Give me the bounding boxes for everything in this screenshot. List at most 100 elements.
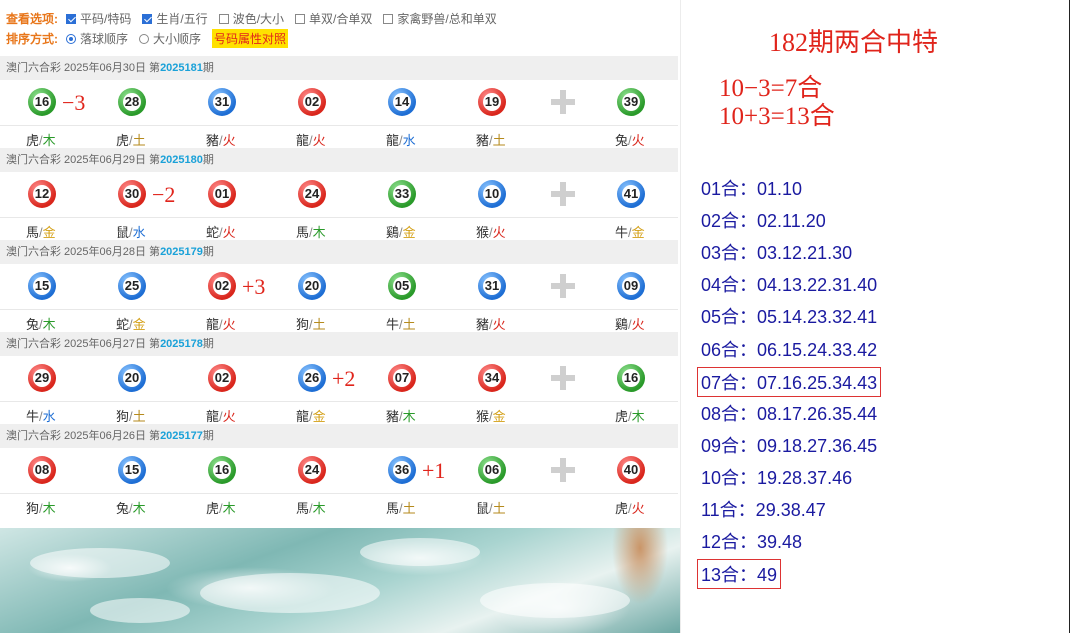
five-element: 土 <box>132 409 146 424</box>
ball-number: 02 <box>214 370 230 385</box>
draw-header: 澳门六合彩 2025年06月30日 第2025181期 <box>0 56 678 80</box>
view-option-4[interactable]: 家禽野兽/总和单双 <box>383 10 497 27</box>
zodiac-element: 豬/火 <box>476 314 506 333</box>
five-element: 木 <box>42 501 56 516</box>
draw-header: 澳门六合彩 2025年06月26日 第2025177期 <box>0 424 678 448</box>
zodiac-element: 兔/火 <box>615 130 645 149</box>
plus-icon <box>551 90 575 114</box>
zodiac: 狗 <box>116 409 130 424</box>
draw-date: 澳门六合彩 2025年06月28日 第 <box>6 246 161 258</box>
he-group-item: 05合：05.14.23.32.41 <box>701 307 878 328</box>
special-ball: 40 <box>617 456 645 484</box>
ball-number: 16 <box>214 462 230 477</box>
ball-number: 19 <box>484 94 500 109</box>
number-ball: 28 <box>118 88 146 116</box>
zodiac-element: 豬/木 <box>386 406 416 425</box>
view-option-0[interactable]: 平码/特码 <box>66 10 131 27</box>
ball-number: 20 <box>124 370 140 385</box>
zodiac-element: 虎/木 <box>26 130 56 149</box>
special-ball: 09 <box>617 272 645 300</box>
ball-number: 05 <box>394 278 410 293</box>
ocean-photo <box>0 528 684 633</box>
sort-options-label: 排序方式: <box>6 32 58 46</box>
zodiac: 豬 <box>476 317 490 332</box>
number-ball: 16 <box>28 88 56 116</box>
ball-number: 28 <box>124 94 140 109</box>
zodiac-element: 虎/土 <box>116 130 146 149</box>
five-element: 金 <box>312 409 326 424</box>
number-ball: 05 <box>388 272 416 300</box>
five-element: 火 <box>631 501 645 516</box>
number-ball: 15 <box>28 272 56 300</box>
ball-number: 39 <box>623 94 639 109</box>
analysis-panel: 182期两合中特 10−3=7合 10+3=13合 01合：01.10 02合：0… <box>680 0 1070 633</box>
ball-number: 20 <box>304 278 320 293</box>
view-option-2[interactable]: 波色/大小 <box>218 10 284 27</box>
ball-number: 31 <box>214 94 230 109</box>
five-element: 土 <box>492 501 506 516</box>
view-option-3[interactable]: 单双/合单双 <box>295 10 372 27</box>
zodiac-element: 龍/火 <box>206 406 236 425</box>
number-ball: 24 <box>298 180 326 208</box>
zodiac: 兔 <box>116 501 130 516</box>
ball-number: 02 <box>214 278 230 293</box>
view-option-label: 生肖/五行 <box>156 12 208 26</box>
he-group-item: 01合：01.10 <box>701 179 803 199</box>
number-ball: 02 <box>208 272 236 300</box>
checkbox-icon[interactable] <box>218 13 229 24</box>
radio-icon[interactable] <box>66 33 76 44</box>
zodiac-element: 鼠/水 <box>116 222 146 241</box>
five-element: 土 <box>132 133 146 148</box>
zodiac: 馬 <box>26 225 40 240</box>
view-option-1[interactable]: 生肖/五行 <box>142 10 208 27</box>
sort-option-1[interactable]: 大小顺序 <box>139 30 201 47</box>
row-divider <box>0 493 678 494</box>
draw-period: 2025178 <box>160 338 203 350</box>
ball-number: 16 <box>34 94 50 109</box>
five-element: 木 <box>132 501 146 516</box>
plus-icon <box>551 366 575 390</box>
checkbox-icon[interactable] <box>295 13 306 24</box>
five-element: 土 <box>402 317 416 332</box>
plus-icon <box>551 458 575 482</box>
zodiac: 牛 <box>615 225 629 240</box>
sort-option-0[interactable]: 落球顺序 <box>66 30 128 47</box>
checkbox-icon[interactable] <box>142 13 153 24</box>
handwritten-annotation: −3 <box>62 90 86 115</box>
five-element: 木 <box>312 501 326 516</box>
view-option-label: 平码/特码 <box>80 12 132 26</box>
number-ball: 30 <box>118 180 146 208</box>
zodiac: 牛 <box>386 317 400 332</box>
number-ball: 07 <box>388 364 416 392</box>
number-ball: 31 <box>208 88 236 116</box>
five-element: 金 <box>132 317 146 332</box>
ball-number: 08 <box>34 462 50 477</box>
ball-number: 15 <box>124 462 140 477</box>
five-element: 土 <box>492 133 506 148</box>
zodiac: 豬 <box>476 133 490 148</box>
number-ball: 02 <box>298 88 326 116</box>
five-element: 水 <box>402 133 416 148</box>
he-group-item: 06合：06.15.24.33.42 <box>701 339 878 360</box>
ball-number: 33 <box>394 186 410 201</box>
zodiac: 馬 <box>296 501 310 516</box>
draw-date: 澳门六合彩 2025年06月27日 第 <box>6 338 161 350</box>
he-group-item: 03合：03.12.21.30 <box>701 243 853 264</box>
view-options-row: 查看选项: 平码/特码 生肖/五行 波色/大小 单双/合单双 家禽野兽/总和单双 <box>6 10 508 27</box>
number-ball: 08 <box>28 456 56 484</box>
ball-number: 09 <box>623 278 639 293</box>
draw-period: 2025180 <box>160 154 203 166</box>
zodiac: 鼠 <box>476 501 490 516</box>
number-ball: 15 <box>118 456 146 484</box>
handwritten-annotation: +2 <box>332 366 356 391</box>
zodiac-element: 豬/土 <box>476 130 506 149</box>
draw-suffix: 期 <box>202 430 214 442</box>
five-element: 火 <box>222 225 236 240</box>
checkbox-icon[interactable] <box>383 13 394 24</box>
ball-number: 07 <box>394 370 410 385</box>
radio-icon[interactable] <box>139 33 150 44</box>
ball-number: 30 <box>124 186 140 201</box>
ball-number: 02 <box>304 94 320 109</box>
checkbox-icon[interactable] <box>66 13 76 24</box>
attribute-table-link[interactable]: 号码属性对照 <box>212 29 289 48</box>
